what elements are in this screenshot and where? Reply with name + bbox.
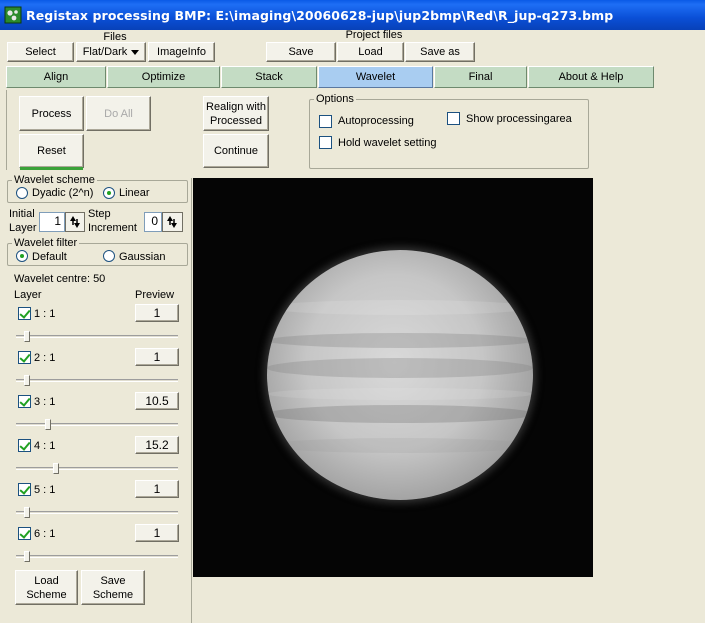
layer-5-slider-track[interactable] [16, 511, 178, 514]
tab-optimize[interactable]: Optimize [107, 66, 220, 88]
layer-5-slider-thumb[interactable] [24, 507, 31, 518]
step-increment-label-1: Step [88, 208, 111, 220]
project-load-button[interactable]: Load [337, 42, 404, 62]
layer-2-slider-track[interactable] [16, 379, 178, 382]
jupiter-image [267, 250, 533, 500]
flat-dark-label: Flat/Dark [82, 46, 128, 58]
wavelet-filter-label: Wavelet filter [12, 237, 80, 249]
dyadic-radio[interactable] [16, 187, 28, 199]
autoprocessing-label: Autoprocessing [338, 115, 414, 127]
layer-4-preview-button[interactable]: 15.2 [135, 436, 179, 454]
step-increment-input[interactable]: 0 [144, 212, 162, 232]
autoprocessing-checkbox[interactable] [319, 115, 332, 128]
save-scheme-button[interactable]: Save Scheme [81, 570, 145, 605]
initial-layer-spinner[interactable] [65, 212, 85, 232]
linear-radio[interactable] [103, 187, 115, 199]
dyadic-label: Dyadic (2^n) [32, 187, 94, 199]
select-button[interactable]: Select [7, 42, 74, 62]
layer-3-preview-button[interactable]: 10.5 [135, 392, 179, 410]
layer-1-checkbox[interactable] [18, 307, 31, 320]
do-all-button[interactable]: Do All [86, 96, 151, 131]
initial-layer-input[interactable]: 1 [39, 212, 65, 232]
load-scheme-button[interactable]: Load Scheme [15, 570, 78, 605]
gaussian-filter-label: Gaussian [119, 251, 166, 263]
options-group-label: Options [314, 93, 356, 105]
layer-5-preview-button[interactable]: 1 [135, 480, 179, 498]
hold-wavelet-setting-label: Hold wavelet setting [338, 137, 437, 149]
layer-column-header: Layer [14, 289, 42, 301]
layer-2-label: 2 : 1 [34, 352, 56, 364]
title-bar: Registax processing BMP: E:\imaging\2006… [0, 0, 705, 30]
default-filter-label: Default [32, 251, 67, 263]
hold-wavelet-setting-checkbox[interactable] [319, 136, 332, 149]
show-processingarea-label: Show processingarea [466, 113, 572, 125]
preview-column-header: Preview [135, 289, 175, 301]
spin-arrows-icon [70, 216, 80, 228]
left-panel-divider [191, 178, 192, 623]
layer-3-slider-track[interactable] [16, 423, 178, 426]
dropdown-arrow-icon [131, 49, 140, 55]
registax-app-icon [4, 6, 22, 24]
layer-6-checkbox[interactable] [18, 527, 31, 540]
layer-5-label: 5 : 1 [34, 484, 56, 496]
project-save-button[interactable]: Save [266, 42, 336, 62]
gaussian-filter-radio[interactable] [103, 250, 115, 262]
content-frame-divider [6, 90, 7, 170]
wavelet-centre-label: Wavelet centre: 50 [14, 273, 106, 285]
layer-4-label: 4 : 1 [34, 440, 56, 452]
layer-6-slider-thumb[interactable] [24, 551, 31, 562]
tab-wavelet[interactable]: Wavelet [318, 66, 433, 88]
options-group [309, 99, 589, 169]
initial-layer-label-2: Layer [9, 222, 37, 234]
layer-6-preview-button[interactable]: 1 [135, 524, 179, 542]
imageinfo-button[interactable]: ImageInfo [148, 42, 215, 62]
tab-final[interactable]: Final [434, 66, 527, 88]
flat-dark-dropdown[interactable]: Flat/Dark [76, 42, 146, 62]
layer-4-slider-track[interactable] [16, 467, 178, 470]
layer-6-slider-track[interactable] [16, 555, 178, 558]
layer-6-label: 6 : 1 [34, 528, 56, 540]
step-increment-label-2: Increment [88, 222, 137, 234]
tab-about-help[interactable]: About & Help [528, 66, 654, 88]
layer-1-slider-thumb[interactable] [24, 331, 31, 342]
layer-3-label: 3 : 1 [34, 396, 56, 408]
show-processingarea-checkbox[interactable] [447, 112, 460, 125]
layer-1-label: 1 : 1 [34, 308, 56, 320]
reset-button[interactable]: Reset [19, 134, 84, 168]
layer-5-checkbox[interactable] [18, 483, 31, 496]
linear-label: Linear [119, 187, 150, 199]
reset-status-indicator [20, 167, 83, 170]
layer-4-checkbox[interactable] [18, 439, 31, 452]
layer-3-slider-thumb[interactable] [45, 419, 52, 430]
initial-layer-label-1: Initial [9, 208, 35, 220]
layer-2-slider-thumb[interactable] [24, 375, 31, 386]
layer-3-checkbox[interactable] [18, 395, 31, 408]
layer-1-preview-button[interactable]: 1 [135, 304, 179, 322]
continue-button[interactable]: Continue [203, 134, 269, 168]
window-title: Registax processing BMP: E:\imaging\2006… [26, 7, 614, 23]
layer-2-preview-button[interactable]: 1 [135, 348, 179, 366]
layer-4-slider-thumb[interactable] [53, 463, 60, 474]
tab-stack[interactable]: Stack [221, 66, 317, 88]
realign-with-processed-button[interactable]: Realign with Processed [203, 96, 269, 131]
layer-1-slider-track[interactable] [16, 335, 178, 338]
layer-2-checkbox[interactable] [18, 351, 31, 364]
wavelet-scheme-label: Wavelet scheme [12, 174, 97, 186]
step-increment-spinner[interactable] [162, 212, 183, 232]
default-filter-radio[interactable] [16, 250, 28, 262]
project-files-label: Project files [345, 29, 403, 41]
image-viewer[interactable] [193, 178, 593, 577]
project-save-as-button[interactable]: Save as [405, 42, 475, 62]
spin-arrows-icon [167, 216, 177, 228]
tab-align[interactable]: Align [6, 66, 106, 88]
process-button[interactable]: Process [19, 96, 84, 131]
